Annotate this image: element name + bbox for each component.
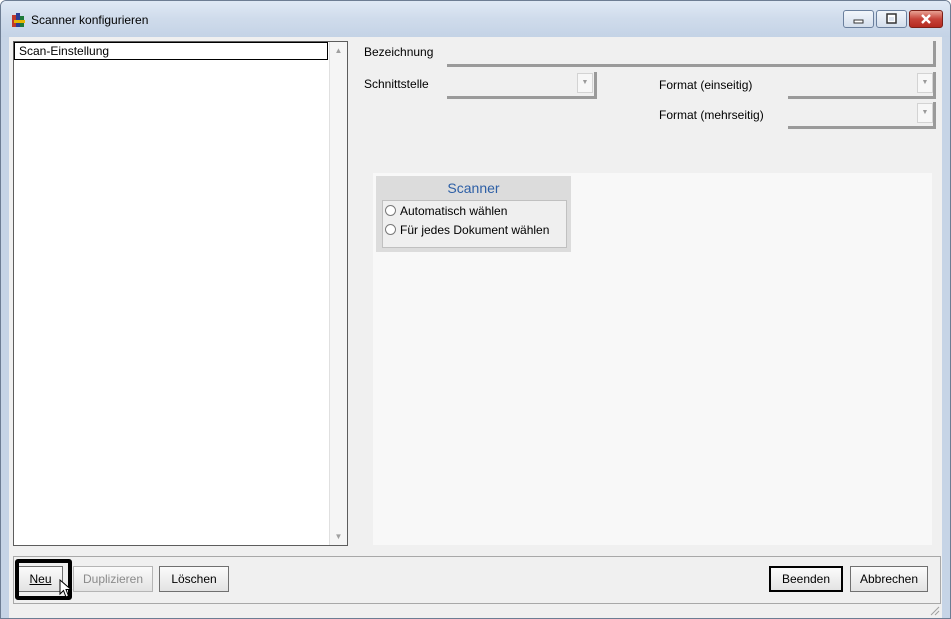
minimize-button[interactable] (843, 10, 874, 28)
list-scrollbar[interactable]: ▲ ▼ (329, 42, 347, 545)
format-mehrseitig-combo[interactable] (788, 102, 936, 129)
schnittstelle-dropdown-icon[interactable]: ▼ (577, 73, 593, 93)
window-frame-left (1, 37, 9, 618)
bezeichnung-label: Bezeichnung (364, 45, 434, 59)
radio-automatisch-label[interactable]: Automatisch wählen (400, 204, 507, 218)
scroll-down-icon[interactable]: ▼ (330, 528, 347, 545)
format-mehrseitig-dropdown-icon[interactable]: ▼ (917, 103, 933, 123)
duplizieren-label: Duplizieren (82, 572, 144, 586)
schnittstelle-label: Schnittstelle (364, 77, 429, 91)
mouse-pointer-icon (59, 579, 73, 598)
duplizieren-button[interactable]: Duplizieren (73, 566, 153, 592)
resize-grip-icon[interactable] (930, 606, 940, 616)
close-icon (921, 14, 931, 24)
radio-fuer-jedes-dokument[interactable]: Für jedes Dokument wählen (385, 221, 549, 239)
bezeichnung-field[interactable] (447, 41, 936, 67)
scanner-group-title: Scanner (447, 180, 500, 196)
client-area: Scan-Einstellung ▲ ▼ Bezeichnung Schnitt… (9, 37, 942, 618)
radio-automatisch[interactable]: Automatisch wählen (385, 202, 507, 220)
minimize-icon (853, 19, 864, 24)
schnittstelle-combo[interactable] (447, 72, 597, 99)
list-header-scan-einstellung[interactable]: Scan-Einstellung (14, 42, 328, 60)
radio-fuer-jedes-dokument-label[interactable]: Für jedes Dokument wählen (400, 223, 549, 237)
scanner-group: Scanner Automatisch wählen Für jedes Dok… (376, 176, 571, 252)
format-einseitig-dropdown-icon[interactable]: ▼ (917, 73, 933, 93)
maximize-button[interactable] (876, 10, 907, 28)
close-button[interactable] (909, 10, 943, 28)
abbrechen-button[interactable]: Abbrechen (850, 566, 928, 592)
abbrechen-label: Abbrechen (859, 572, 919, 586)
format-einseitig-label: Format (einseitig) (659, 78, 753, 92)
format-einseitig-combo[interactable] (788, 72, 936, 99)
beenden-label: Beenden (781, 572, 831, 586)
scanner-radio-group: Automatisch wählen Für jedes Dokument wä… (382, 200, 567, 248)
restore-icon (886, 13, 897, 24)
window-title: Scanner konfigurieren (31, 13, 149, 27)
loeschen-button[interactable]: Löschen (159, 566, 229, 592)
loeschen-label: Löschen (171, 572, 217, 586)
format-mehrseitig-label: Format (mehrseitig) (659, 108, 764, 122)
radio-circle-icon[interactable] (385, 224, 396, 236)
radio-circle-icon[interactable] (385, 205, 396, 217)
scanner-app-icon (12, 13, 25, 27)
scroll-up-icon[interactable]: ▲ (330, 42, 347, 59)
title-bar[interactable]: Scanner konfigurieren (1, 1, 950, 37)
dialog-window: Scanner konfigurieren Scan-Einstellung ▲… (0, 0, 951, 619)
window-frame-right (942, 37, 950, 618)
scan-settings-list[interactable]: Scan-Einstellung ▲ ▼ (13, 41, 348, 546)
beenden-button[interactable]: Beenden (769, 566, 843, 592)
